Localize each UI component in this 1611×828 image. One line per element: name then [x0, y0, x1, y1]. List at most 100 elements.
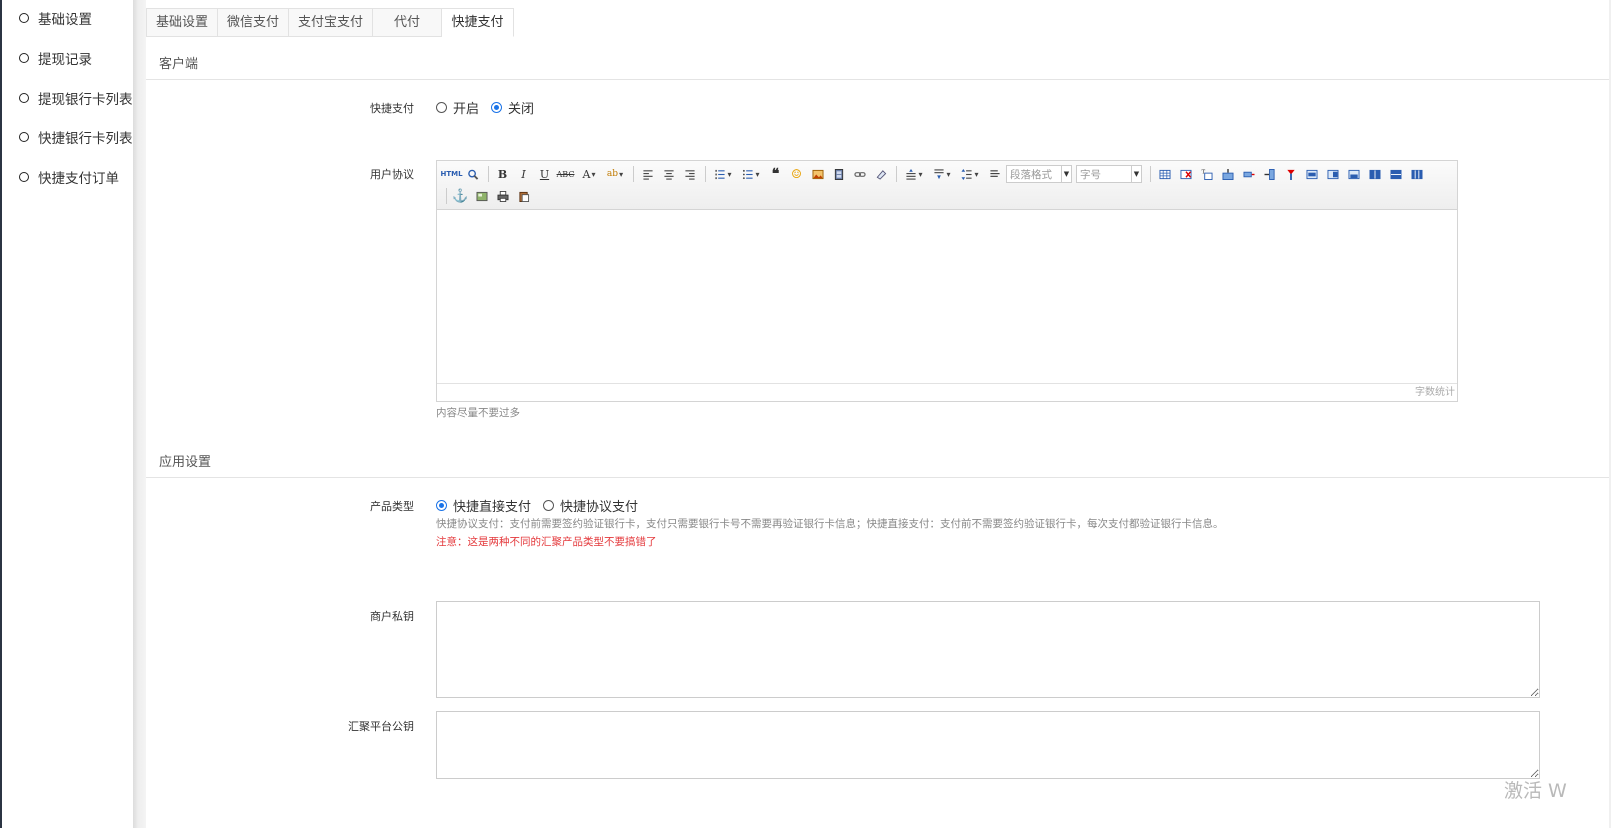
sidebar-item-label: 基础设置	[38, 12, 92, 28]
print-icon[interactable]	[493, 187, 512, 205]
highlight-color-icon[interactable]: ab	[603, 165, 627, 183]
eraser-icon[interactable]	[871, 165, 890, 183]
word-count: 字数统计	[437, 383, 1457, 401]
image-icon[interactable]	[808, 165, 827, 183]
circle-bullet-icon	[19, 53, 29, 63]
sidebar-item-withdraw-cards[interactable]: 提现银行卡列表	[19, 88, 133, 108]
rich-text-editor: HTML B I U ABC A ab	[436, 160, 1458, 402]
align-left-icon[interactable]	[638, 165, 657, 183]
delete-table-icon[interactable]	[1176, 165, 1195, 183]
merge-cells-icon[interactable]	[1302, 165, 1321, 183]
toolbar-separator	[488, 166, 489, 182]
anchor-icon[interactable]: ⚓	[451, 187, 470, 205]
toolbar-separator	[896, 166, 897, 182]
platform-public-key-label: 汇聚平台公钥	[348, 720, 414, 733]
bold-icon[interactable]: B	[493, 165, 512, 183]
line-height-icon[interactable]	[957, 165, 983, 183]
chevron-down-icon: ▼	[1061, 166, 1071, 182]
sidebar-item-quick-orders[interactable]: 快捷支付订单	[19, 167, 119, 187]
paste-plain-icon[interactable]	[514, 187, 533, 205]
paragraph-spacing-top-icon[interactable]	[901, 165, 927, 183]
font-color-icon[interactable]: A	[577, 165, 601, 183]
user-agreement-label: 用户协议	[370, 168, 414, 181]
user-agreement-hint: 内容尽量不要过多	[436, 407, 520, 419]
split-columns-icon[interactable]	[1407, 165, 1426, 183]
underline-icon[interactable]: U	[535, 165, 554, 183]
image-gallery-icon[interactable]	[472, 187, 491, 205]
toolbar-separator	[633, 166, 634, 182]
tab-bar: 基础设置 微信支付 支付宝支付 代付 快捷支付	[146, 8, 514, 37]
align-center-icon[interactable]	[659, 165, 678, 183]
section-title-app: 应用设置	[159, 455, 212, 470]
activation-watermark: 激活 W	[1504, 780, 1567, 802]
radio-label: 关闭	[508, 102, 535, 117]
font-family-icon[interactable]	[985, 165, 1004, 183]
sidebar-item-label: 快捷支付订单	[38, 171, 119, 187]
circle-bullet-icon	[19, 172, 29, 182]
split-cells-icon[interactable]	[1365, 165, 1384, 183]
product-type-warning: 注意：这是两种不同的汇聚产品类型不要搞错了	[436, 536, 657, 548]
font-size-select[interactable]: 字号 ▼	[1076, 165, 1142, 183]
quick-pay-label: 快捷支付	[370, 102, 414, 115]
select-placeholder: 段落格式	[1010, 168, 1052, 181]
tab-basic-settings[interactable]: 基础设置	[146, 8, 218, 37]
merge-down-icon[interactable]	[1344, 165, 1363, 183]
divider	[146, 477, 1611, 478]
editor-content-area[interactable]	[437, 210, 1457, 384]
merchant-private-key-textarea[interactable]	[436, 601, 1540, 698]
delete-row-icon[interactable]	[1239, 165, 1258, 183]
toolbar-separator	[1150, 166, 1151, 182]
product-type-radio-group: 快捷直接支付 快捷协议支付	[436, 496, 650, 515]
paragraph-format-select[interactable]: 段落格式 ▼	[1006, 165, 1072, 183]
insert-column-icon[interactable]	[1260, 165, 1279, 183]
platform-public-key-textarea[interactable]	[436, 711, 1540, 779]
product-type-description: 快捷协议支付：支付前需要签约验证银行卡，支付只需要银行卡号不需要再验证银行卡信息…	[436, 518, 1224, 530]
link-icon[interactable]	[850, 165, 869, 183]
delete-column-icon[interactable]	[1281, 165, 1300, 183]
toolbar-separator	[446, 188, 447, 204]
quick-pay-radio-group: 开启 关闭	[436, 98, 546, 117]
preview-icon[interactable]	[463, 165, 482, 183]
main-content: 基础设置 微信支付 支付宝支付 代付 快捷支付 客户端 快捷支付 开启 关闭 用…	[146, 0, 1611, 828]
quick-pay-on-option[interactable]: 开启	[436, 98, 479, 117]
section-title-client: 客户端	[159, 57, 199, 72]
circle-bullet-icon	[19, 93, 29, 103]
tab-agent-pay[interactable]: 代付	[373, 8, 442, 37]
radio-button-checked[interactable]	[436, 500, 447, 511]
tab-quick-pay[interactable]: 快捷支付	[442, 8, 514, 37]
circle-bullet-icon	[19, 13, 29, 23]
paragraph-spacing-bottom-icon[interactable]	[929, 165, 955, 183]
split-rows-icon[interactable]	[1386, 165, 1405, 183]
insert-row-icon[interactable]	[1218, 165, 1237, 183]
insert-paragraph-before-table-icon[interactable]: T	[1197, 165, 1216, 183]
radio-label: 快捷协议支付	[560, 500, 639, 515]
blockquote-icon[interactable]: ❝	[766, 165, 785, 183]
sidebar-divider	[133, 0, 146, 828]
product-type-agreement-option[interactable]: 快捷协议支付	[543, 496, 638, 515]
chevron-down-icon: ▼	[1131, 166, 1141, 182]
video-icon[interactable]	[829, 165, 848, 183]
sidebar-item-quick-cards[interactable]: 快捷银行卡列表	[19, 127, 133, 147]
sidebar-item-withdraw-records[interactable]: 提现记录	[19, 48, 92, 68]
merge-right-icon[interactable]	[1323, 165, 1342, 183]
editor-toolbar: HTML B I U ABC A ab	[437, 161, 1457, 210]
quick-pay-off-option[interactable]: 关闭	[491, 98, 534, 117]
ordered-list-icon[interactable]	[710, 165, 736, 183]
sidebar-item-label: 快捷银行卡列表	[38, 131, 133, 147]
align-right-icon[interactable]	[680, 165, 699, 183]
tab-wechat-pay[interactable]: 微信支付	[218, 8, 289, 37]
sidebar-item-label: 提现银行卡列表	[38, 92, 133, 108]
strikethrough-icon[interactable]: ABC	[556, 165, 575, 183]
insert-table-icon[interactable]	[1155, 165, 1174, 183]
sidebar-item-basic-settings[interactable]: 基础设置	[19, 8, 92, 28]
merchant-private-key-label: 商户私钥	[370, 610, 414, 623]
emoticon-icon[interactable]: ☺	[787, 165, 806, 183]
tab-alipay[interactable]: 支付宝支付	[289, 8, 373, 37]
italic-icon[interactable]: I	[514, 165, 533, 183]
product-type-direct-option[interactable]: 快捷直接支付	[436, 496, 531, 515]
radio-button[interactable]	[543, 500, 555, 511]
radio-button[interactable]	[436, 102, 447, 113]
radio-button-checked[interactable]	[491, 102, 503, 113]
html-source-icon[interactable]: HTML	[440, 165, 462, 183]
unordered-list-icon[interactable]	[738, 165, 764, 183]
